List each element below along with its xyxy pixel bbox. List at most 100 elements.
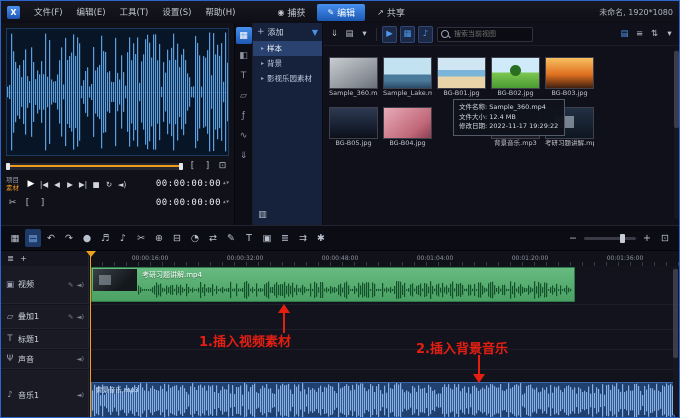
video-track-body[interactable]: 考研习题讲解.mp4 [89, 266, 679, 305]
fit-timeline-icon[interactable]: ⊡ [657, 229, 673, 247]
video-track-header[interactable]: ▣ 视频 ✎ ◄) [1, 266, 89, 304]
subtitle-editor-icon[interactable]: ⊟ [169, 229, 185, 247]
playhead-marker-icon[interactable] [86, 251, 96, 257]
menu-item-edit[interactable]: 编辑(E) [71, 3, 112, 21]
motion-path-icon[interactable]: ∿ [236, 127, 252, 144]
system-volume-icon[interactable]: ◄) [116, 178, 128, 191]
media-item[interactable]: BG-B03.jpg [545, 57, 594, 98]
motion-tracking-icon[interactable]: ⊕ [151, 229, 167, 247]
timeline-view-icon[interactable]: ▤ [25, 229, 41, 247]
media-library-icon[interactable]: ▦ [236, 27, 252, 44]
menu-item-settings[interactable]: 设置(S) [156, 3, 197, 21]
transitions-icon[interactable]: ◧ [236, 47, 252, 64]
search-input[interactable] [452, 29, 529, 39]
trim-marker-in-icon[interactable]: [ [21, 196, 34, 210]
media-item[interactable]: Sample_360.mp4 [329, 57, 378, 98]
ripple-edit-icon[interactable]: ⇉ [295, 229, 311, 247]
music-clip[interactable]: 背景音乐.mp3 [91, 382, 675, 418]
menu-item-help[interactable]: 帮助(H) [199, 3, 241, 21]
track-mute-icon[interactable]: ◄) [76, 355, 84, 363]
mark-in-icon[interactable]: [ [186, 159, 199, 173]
previous-frame-button[interactable]: ◀ [51, 178, 63, 191]
auto-music-icon[interactable]: ♪ [115, 229, 131, 247]
track-edit-icon[interactable]: ✎ [68, 313, 73, 321]
timecode-spinner-icons-2[interactable]: ▲▼ [223, 201, 229, 205]
track-edit-icon[interactable]: ✎ [68, 281, 73, 289]
view-options-icon[interactable]: ▾ [663, 27, 676, 42]
media-item[interactable]: BG-B05.jpg [329, 107, 378, 148]
trim-scrub-bar[interactable] [6, 163, 183, 170]
thumbnail-view-icon[interactable]: ▤ [618, 27, 631, 42]
title-track-body[interactable] [89, 330, 679, 350]
zoom-slider-thumb[interactable] [620, 234, 625, 243]
batch-render-icon[interactable]: ▣ [259, 229, 275, 247]
media-thumbnail[interactable] [545, 57, 594, 89]
redo-icon[interactable]: ↷ [61, 229, 77, 247]
track-mute-icon[interactable]: ◄) [76, 391, 84, 399]
menu-item-file[interactable]: 文件(F) [28, 3, 69, 21]
media-item[interactable]: Sample_Lake.mp4 [383, 57, 432, 98]
sort-icon[interactable]: ⇅ [648, 27, 661, 42]
record-capture-icon[interactable]: ● [79, 229, 95, 247]
menu-item-tools[interactable]: 工具(T) [114, 3, 155, 21]
sound-mixer-icon[interactable]: ♬ [97, 229, 113, 247]
settings-icon[interactable]: ✱ [313, 229, 329, 247]
split-clip-icon[interactable]: ✂ [6, 196, 19, 210]
split-clip-icon[interactable]: ✂ [133, 229, 149, 247]
titles-icon[interactable]: T [236, 67, 252, 84]
voice-track-header[interactable]: Ψ 声音 ◄) [1, 350, 89, 369]
filter-funnel-icon[interactable]: ▼ [312, 28, 318, 37]
media-thumbnail[interactable] [383, 57, 432, 89]
next-frame-button[interactable]: ▶ [64, 178, 76, 191]
repeat-button[interactable]: ↻ [103, 178, 115, 191]
track-list-icon[interactable]: ≣ [5, 253, 16, 265]
import-media-icon[interactable]: ⇓ [328, 27, 341, 42]
organize-library-icon[interactable]: ▤ [343, 27, 356, 42]
add-track-icon[interactable]: + [18, 253, 29, 265]
browser-scrollbar[interactable] [674, 49, 679, 219]
storyboard-view-icon[interactable]: ▦ [7, 229, 23, 247]
scrollbar-thumb[interactable] [673, 269, 678, 358]
media-thumbnail[interactable] [329, 107, 378, 139]
timeline-scrollbar[interactable] [673, 267, 678, 415]
media-thumbnail[interactable] [437, 57, 486, 89]
timeline-ruler[interactable]: 00:00:16:00 00:00:32:00 00:00:48:00 00:0… [90, 251, 679, 267]
media-item[interactable]: BG-B01.jpg [437, 57, 486, 98]
zoom-out-icon[interactable]: − [565, 229, 581, 247]
mask-creator-icon[interactable]: ◔ [187, 229, 203, 247]
overlay-track-header[interactable]: ▱ 叠加1 ✎ ◄) [1, 305, 89, 329]
3d-title-icon[interactable]: T [241, 229, 257, 247]
clip-mode-label[interactable]: 素材 [6, 184, 19, 192]
show-photos-icon[interactable]: ▦ [400, 26, 415, 43]
more-downloads-icon[interactable]: ⇓ [236, 147, 252, 164]
filters-icon[interactable]: ƒ [236, 107, 252, 124]
playhead-line[interactable] [90, 251, 91, 418]
library-add-header[interactable]: + 添加 ▼ [253, 23, 322, 41]
zoom-in-icon[interactable]: + [639, 229, 655, 247]
trim-end-handle[interactable] [179, 163, 183, 170]
undo-icon[interactable]: ↶ [43, 229, 59, 247]
scrollbar-thumb[interactable] [674, 51, 679, 128]
play-button[interactable]: ▶ [25, 178, 37, 191]
media-thumbnail[interactable] [383, 107, 432, 139]
timecode-spinner-icons[interactable]: ▲▼ [223, 182, 229, 186]
music-track-header[interactable]: ♪ 音乐1 ◄) [1, 370, 89, 418]
instant-project-icon[interactable]: ▥ [256, 208, 269, 222]
media-thumbnail[interactable] [329, 57, 378, 89]
voice-track-body[interactable] [89, 350, 679, 370]
enlarge-preview-icon[interactable]: ⊡ [216, 159, 229, 173]
media-item[interactable]: BG-B02.jpg [491, 57, 540, 98]
track-mute-icon[interactable]: ◄) [76, 313, 84, 321]
overlay-track-body[interactable] [89, 305, 679, 330]
show-audio-icon[interactable]: ♪ [418, 26, 433, 43]
title-track-header[interactable]: T 标题1 [1, 330, 89, 349]
trim-marker-out-icon[interactable]: ] [36, 196, 49, 210]
search-box[interactable] [437, 27, 533, 42]
video-clip[interactable]: 考研习题讲解.mp4 [91, 267, 575, 302]
library-item-movie-park[interactable]: ▸ 影视乐园素材 [253, 71, 322, 86]
painting-creator-icon[interactable]: ✎ [223, 229, 239, 247]
zoom-slider[interactable] [584, 237, 636, 240]
library-item-backgrounds[interactable]: ▸ 背景 [253, 56, 322, 71]
library-menu-icon[interactable]: ▾ [358, 27, 371, 42]
stop-button[interactable]: ■ [90, 178, 102, 191]
